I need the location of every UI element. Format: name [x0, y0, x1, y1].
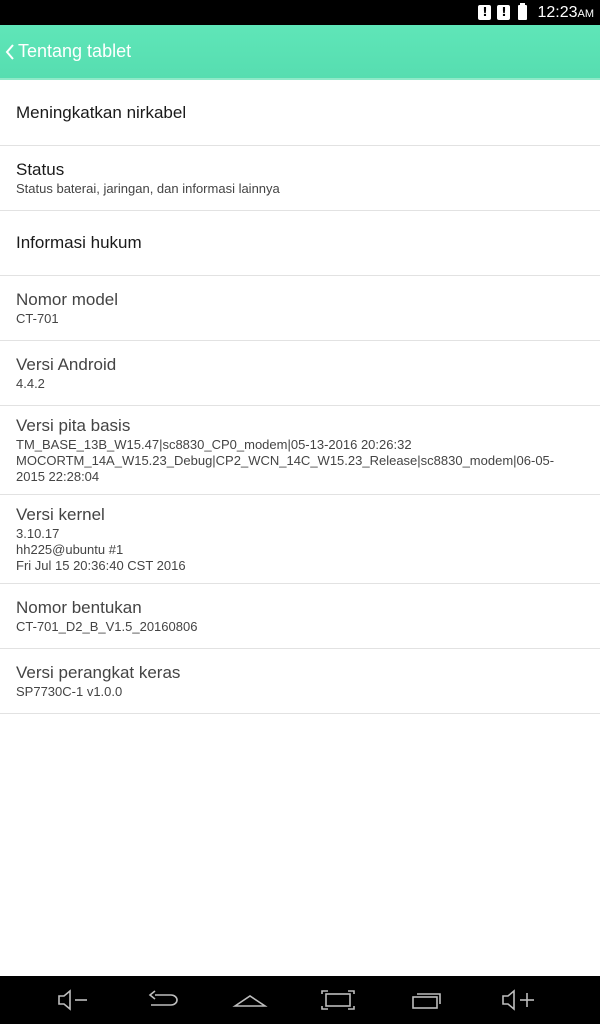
volume-up-icon: [502, 989, 534, 1011]
status-bar: ! ! 12:23AM: [0, 0, 600, 25]
list-item-wireless-update[interactable]: Meningkatkan nirkabel: [0, 81, 600, 146]
status-icons: ! ! 12:23AM: [478, 0, 594, 25]
recent-apps-button[interactable]: [407, 988, 447, 1012]
screenshot-icon: [321, 990, 355, 1010]
item-title: Meningkatkan nirkabel: [16, 103, 187, 122]
navigation-bar: [0, 976, 600, 1024]
item-value: 3.10.17 hh225@ubuntu #1 Fri Jul 15 20:36…: [16, 526, 186, 573]
list-item-status[interactable]: Status Status baterai, jaringan, dan inf…: [0, 146, 600, 211]
action-bar: Tentang tablet: [0, 25, 600, 80]
chevron-left-icon: [5, 43, 14, 60]
item-title: Versi pita basis: [16, 416, 131, 435]
item-title: Versi kernel: [16, 505, 105, 524]
home-button[interactable]: [230, 988, 270, 1012]
item-value: TM_BASE_13B_W15.47|sc8830_CP0_modem|05-1…: [16, 437, 555, 484]
list-item-model-number: Nomor model CT-701: [0, 276, 600, 341]
item-value: CT-701: [16, 311, 59, 326]
list-item-hardware-version: Versi perangkat keras SP7730C-1 v1.0.0: [0, 649, 600, 714]
list-item-build-number[interactable]: Nomor bentukan CT-701_D2_B_V1.5_20160806: [0, 584, 600, 649]
back-button[interactable]: [142, 988, 182, 1012]
item-title: Status: [16, 160, 65, 179]
up-navigation-button[interactable]: Tentang tablet: [4, 41, 131, 62]
item-title: Versi Android: [16, 355, 117, 374]
home-icon: [232, 995, 268, 1007]
clock: 12:23AM: [537, 4, 594, 22]
list-item-android-version[interactable]: Versi Android 4.4.2: [0, 341, 600, 406]
item-value: 4.4.2: [16, 376, 45, 391]
clock-time: 12:23: [537, 3, 578, 21]
item-title: Versi perangkat keras: [16, 663, 181, 682]
alert-notification-icon: !: [478, 5, 492, 20]
list-item-kernel-version: Versi kernel 3.10.17 hh225@ubuntu #1 Fri…: [0, 495, 600, 584]
item-title: Nomor bentukan: [16, 598, 142, 617]
item-value: SP7730C-1 v1.0.0: [16, 684, 123, 699]
list-item-legal-info[interactable]: Informasi hukum: [0, 211, 600, 276]
list-item-baseband-version: Versi pita basis TM_BASE_13B_W15.47|sc88…: [0, 406, 600, 495]
clock-ampm: AM: [577, 7, 595, 20]
item-title: Nomor model: [16, 290, 119, 309]
battery-icon: [518, 3, 528, 20]
page-title: Tentang tablet: [18, 41, 132, 61]
volume-down-icon: [58, 989, 87, 1011]
recent-apps-icon: [412, 993, 441, 1009]
alert-notification-icon: !: [497, 5, 511, 20]
back-icon: [148, 990, 178, 1006]
volume-down-button[interactable]: [53, 988, 93, 1012]
item-value: CT-701_D2_B_V1.5_20160806: [16, 619, 198, 634]
volume-up-button[interactable]: [498, 988, 538, 1012]
item-title: Informasi hukum: [16, 233, 142, 252]
settings-list: Meningkatkan nirkabel Status Status bate…: [0, 81, 600, 714]
item-subtitle: Status baterai, jaringan, dan informasi …: [16, 181, 280, 196]
screenshot-button[interactable]: [318, 988, 358, 1012]
